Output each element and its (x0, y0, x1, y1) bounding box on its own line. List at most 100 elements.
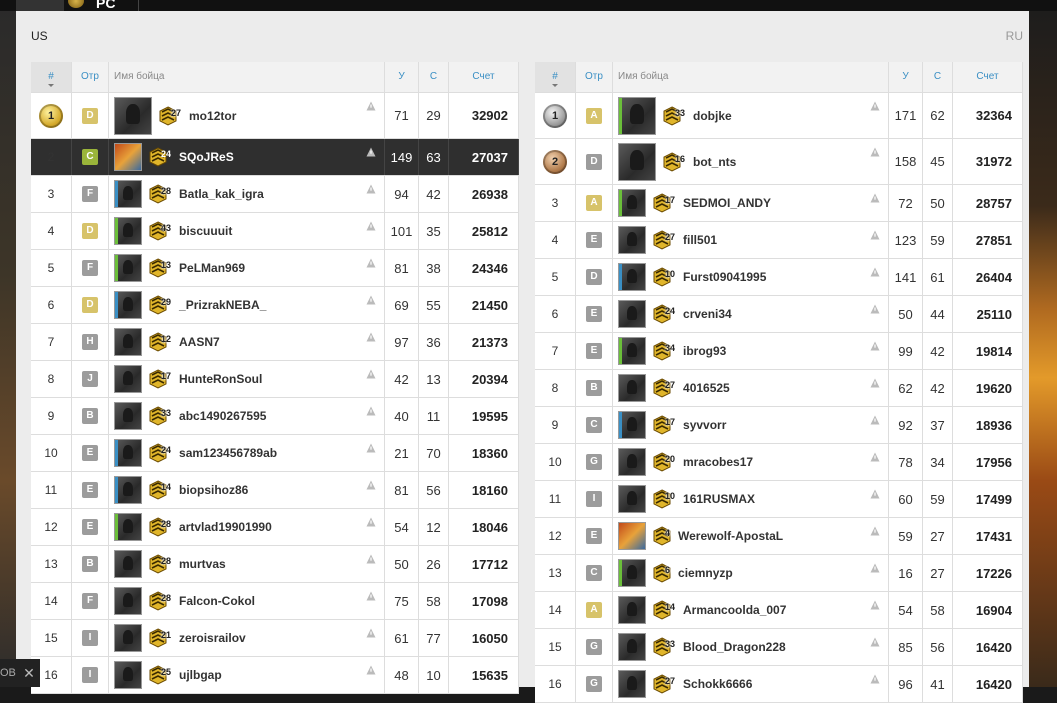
report-icon[interactable] (366, 369, 376, 379)
avatar[interactable] (618, 142, 656, 181)
player-name[interactable]: Blood_Dragon228 (683, 640, 786, 654)
table-row[interactable]: 3 F 28 Batla_kak_igra 94 42 26938 (31, 176, 519, 213)
table-row[interactable]: 2 C 24 SQoJReS 149 63 27037 (31, 139, 519, 176)
report-icon[interactable] (366, 221, 376, 231)
avatar[interactable] (114, 365, 142, 393)
player-name[interactable]: PeLMan969 (179, 261, 245, 275)
table-row[interactable]: 9 B 33 abc1490267595 40 11 19595 (31, 398, 519, 435)
table-row[interactable]: 12 E 4 Werewolf-ApostaL 59 27 17431 (535, 518, 1023, 555)
report-icon[interactable] (366, 147, 376, 157)
report-icon[interactable] (366, 258, 376, 268)
report-icon[interactable] (870, 230, 880, 240)
player-name[interactable]: SEDMOI_ANDY (683, 196, 771, 210)
player-name[interactable]: SQoJReS (179, 150, 234, 164)
report-icon[interactable] (366, 332, 376, 342)
col-squad-header[interactable]: Отр (72, 62, 109, 92)
table-row[interactable]: 13 B 28 murtvas 50 26 17712 (31, 546, 519, 583)
player-name[interactable]: mo12tor (189, 109, 236, 123)
avatar[interactable] (114, 476, 142, 504)
avatar[interactable] (114, 661, 142, 689)
table-row[interactable]: 4 E 27 fill501 123 59 27851 (535, 222, 1023, 259)
player-name[interactable]: ujlbgap (179, 668, 222, 682)
player-name[interactable]: abc1490267595 (179, 409, 266, 423)
avatar[interactable] (114, 550, 142, 578)
avatar[interactable] (114, 513, 142, 541)
table-row[interactable]: 15 G 33 Blood_Dragon228 85 56 16420 (535, 629, 1023, 666)
report-icon[interactable] (870, 147, 880, 157)
avatar[interactable] (618, 670, 646, 698)
player-name[interactable]: artvlad19901990 (179, 520, 272, 534)
avatar[interactable] (114, 217, 142, 245)
avatar[interactable] (618, 485, 646, 513)
table-row[interactable]: 4 D 43 biscuuuit 101 35 25812 (31, 213, 519, 250)
table-row[interactable]: 13 C 6 ciemnyzp 16 27 17226 (535, 555, 1023, 592)
avatar[interactable] (114, 143, 142, 171)
report-icon[interactable] (870, 101, 880, 111)
report-icon[interactable] (870, 526, 880, 536)
report-icon[interactable] (366, 628, 376, 638)
report-icon[interactable] (366, 554, 376, 564)
avatar[interactable] (114, 402, 142, 430)
table-row[interactable]: 7 H 12 AASN7 97 36 21373 (31, 324, 519, 361)
avatar[interactable] (114, 587, 142, 615)
report-icon[interactable] (870, 452, 880, 462)
avatar[interactable] (618, 189, 646, 217)
table-row[interactable]: 11 E 14 biopsihoz86 81 56 18160 (31, 472, 519, 509)
report-icon[interactable] (870, 637, 880, 647)
col-kills-header[interactable]: У (889, 62, 923, 92)
table-row[interactable]: 11 I 10 161RUSMAX 60 59 17499 (535, 481, 1023, 518)
col-score-header[interactable]: Счет (953, 62, 1023, 92)
table-row[interactable]: 1 A 33 dobjke 171 62 32364 (535, 93, 1023, 139)
table-row[interactable]: 16 G 27 Schokk6666 96 41 16420 (535, 666, 1023, 703)
avatar[interactable] (618, 633, 646, 661)
table-row[interactable]: 8 B 27 4016525 62 42 19620 (535, 370, 1023, 407)
player-name[interactable]: AASN7 (179, 335, 220, 349)
avatar[interactable] (114, 624, 142, 652)
col-rank-header[interactable]: # (535, 62, 576, 92)
table-row[interactable]: 16 I 25 ujlbgap 48 10 15635 (31, 657, 519, 694)
table-row[interactable]: 15 I 21 zeroisrailov 61 77 16050 (31, 620, 519, 657)
player-name[interactable]: dobjke (693, 109, 732, 123)
player-name[interactable]: _PrizrakNEBA_ (179, 298, 266, 312)
player-name[interactable]: zeroisrailov (179, 631, 246, 645)
report-icon[interactable] (870, 304, 880, 314)
table-row[interactable]: 5 F 13 PeLMan969 81 38 24346 (31, 250, 519, 287)
report-icon[interactable] (366, 184, 376, 194)
col-score-header[interactable]: Счет (449, 62, 519, 92)
col-rank-header[interactable]: # (31, 62, 72, 92)
table-row[interactable]: 10 E 24 sam123456789ab 21 70 18360 (31, 435, 519, 472)
player-name[interactable]: Falcon-Cokol (179, 594, 255, 608)
player-name[interactable]: bot_nts (693, 155, 736, 169)
report-icon[interactable] (366, 480, 376, 490)
avatar[interactable] (618, 263, 646, 291)
close-icon[interactable]: ✕ (18, 659, 40, 687)
avatar[interactable] (618, 374, 646, 402)
avatar[interactable] (618, 559, 646, 587)
avatar[interactable] (618, 522, 646, 550)
report-icon[interactable] (366, 406, 376, 416)
report-icon[interactable] (870, 415, 880, 425)
col-deaths-header[interactable]: С (923, 62, 953, 92)
avatar[interactable] (618, 596, 646, 624)
avatar[interactable] (618, 448, 646, 476)
player-name[interactable]: 161RUSMAX (683, 492, 755, 506)
table-row[interactable]: 7 E 34 ibrog93 99 42 19814 (535, 333, 1023, 370)
avatar[interactable] (114, 180, 142, 208)
table-row[interactable]: 1 D 27 mo12tor 71 29 32902 (31, 93, 519, 139)
table-row[interactable]: 2 D 16 bot_nts 158 45 31972 (535, 139, 1023, 185)
player-name[interactable]: Werewolf-ApostaL (678, 529, 783, 543)
avatar[interactable] (618, 337, 646, 365)
table-row[interactable]: 9 C 17 syvvorr 92 37 18936 (535, 407, 1023, 444)
player-name[interactable]: ibrog93 (683, 344, 726, 358)
player-name[interactable]: syvvorr (683, 418, 726, 432)
table-row[interactable]: 8 J 17 HunteRonSoul 42 13 20394 (31, 361, 519, 398)
table-row[interactable]: 6 D 29 _PrizrakNEBA_ 69 55 21450 (31, 287, 519, 324)
player-name[interactable]: murtvas (179, 557, 226, 571)
player-name[interactable]: Batla_kak_igra (179, 187, 264, 201)
player-name[interactable]: fill501 (683, 233, 717, 247)
col-deaths-header[interactable]: С (419, 62, 449, 92)
col-kills-header[interactable]: У (385, 62, 419, 92)
avatar[interactable] (618, 96, 656, 135)
report-icon[interactable] (366, 295, 376, 305)
table-row[interactable]: 14 A 14 Armancoolda_007 54 58 16904 (535, 592, 1023, 629)
